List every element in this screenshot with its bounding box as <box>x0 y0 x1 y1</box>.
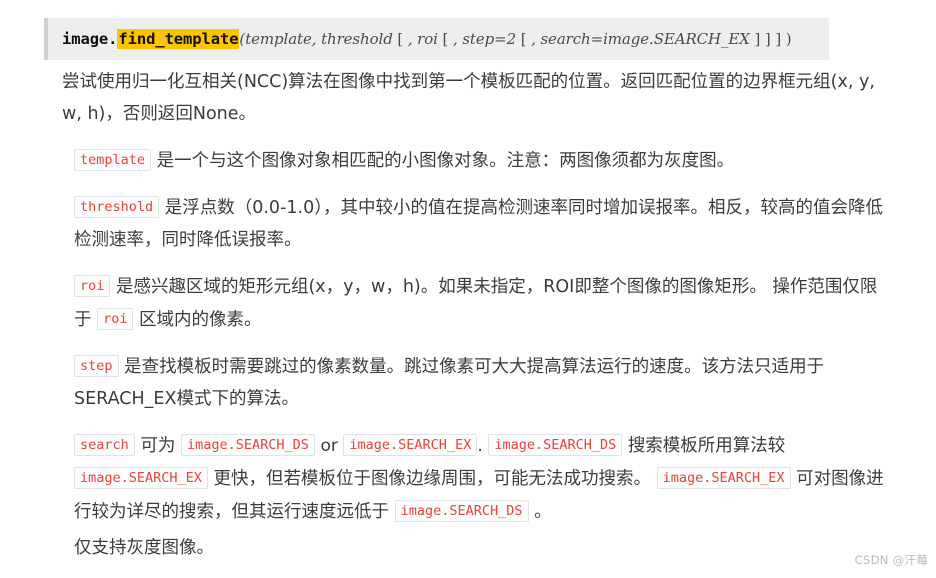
signature-params-2: , roi <box>407 30 438 48</box>
paragraph-threshold: threshold 是浮点数（0.0-1.0），其中较小的值在提高检测速率同时增… <box>62 191 884 256</box>
function-signature-box: image.find_template(template, threshold … <box>44 18 829 60</box>
code-threshold: threshold <box>74 196 160 218</box>
signature-params-1: template, threshold <box>245 30 393 48</box>
signature-bracket-3: [ <box>516 30 532 48</box>
code-roi-2: roi <box>97 308 134 330</box>
code-search-ds-1: image.SEARCH_DS <box>180 434 315 456</box>
documentation-body: 尝试使用归一化互相关(NCC)算法在图像中找到第一个模板匹配的位置。返回匹配位置… <box>62 66 884 578</box>
paragraph-roi-text-2: 区域内的像素。 <box>139 310 262 330</box>
code-search-ds-2: image.SEARCH_DS <box>488 434 623 456</box>
code-search-ex-3: image.SEARCH_EX <box>656 467 791 489</box>
code-step: step <box>74 355 119 377</box>
paragraph-search-text-2: 搜索模板所用算法较 <box>627 436 786 456</box>
code-search-ex-1: image.SEARCH_EX <box>343 434 478 456</box>
paragraph-intro: 尝试使用归一化互相关(NCC)算法在图像中找到第一个模板匹配的位置。返回匹配位置… <box>62 72 875 124</box>
paragraph-search: search 可为 image.SEARCH_DS or image.SEARC… <box>62 429 884 528</box>
paragraph-footer: 仅支持灰度图像。 <box>74 538 214 558</box>
search-period: . <box>477 436 483 456</box>
document-page: image.find_template(template, threshold … <box>0 0 936 575</box>
signature-params-3: , step=2 <box>452 30 517 48</box>
paragraph-roi: roi 是感兴趣区域的矩形元组(x，y，w，h)。如果未指定，ROI即整个图像的… <box>62 270 884 336</box>
signature-function-name: find_template <box>117 29 240 49</box>
code-search-ds-3: image.SEARCH_DS <box>394 500 529 522</box>
paragraph-threshold-text: 是浮点数（0.0-1.0），其中较小的值在提高检测速率同时增加误报率。相反，较高… <box>74 198 883 250</box>
function-signature-text: image.find_template(template, threshold … <box>62 29 792 49</box>
paragraph-step-text: 是查找模板时需要跳过的像素数量。跳过像素可大大提高算法运行的速度。该方法只适用于… <box>74 357 825 409</box>
paragraph-search-text-3: 更快，但若模板位于图像边缘周围，可能无法成功搜索。 <box>213 469 652 489</box>
signature-owner: image. <box>62 30 118 48</box>
paragraph-search-text-5: 。 <box>534 502 552 522</box>
signature-closers: ] ] ] ) <box>749 30 792 48</box>
paragraph-template-text: 是一个与这个图像对象相匹配的小图像对象。注意：两图像须都为灰度图。 <box>156 151 735 171</box>
code-roi: roi <box>74 275 111 297</box>
code-search-ex-2: image.SEARCH_EX <box>74 467 208 489</box>
search-or-word: or <box>320 436 338 456</box>
signature-bracket-2: [ <box>437 30 453 48</box>
code-template: template <box>74 149 152 171</box>
code-search: search <box>74 434 135 456</box>
paragraph-step: step 是查找模板时需要跳过的像素数量。跳过像素可大大提高算法运行的速度。该方… <box>62 350 884 415</box>
csdn-watermark: CSDN @汗莓 <box>854 553 928 567</box>
paragraph-template: template 是一个与这个图像对象相匹配的小图像对象。注意：两图像须都为灰度… <box>62 144 884 177</box>
signature-bracket-1: [ <box>392 30 408 48</box>
signature-params-4: , search=image.SEARCH_EX <box>531 30 750 48</box>
paragraph-search-text-1: 可为 <box>140 436 176 456</box>
